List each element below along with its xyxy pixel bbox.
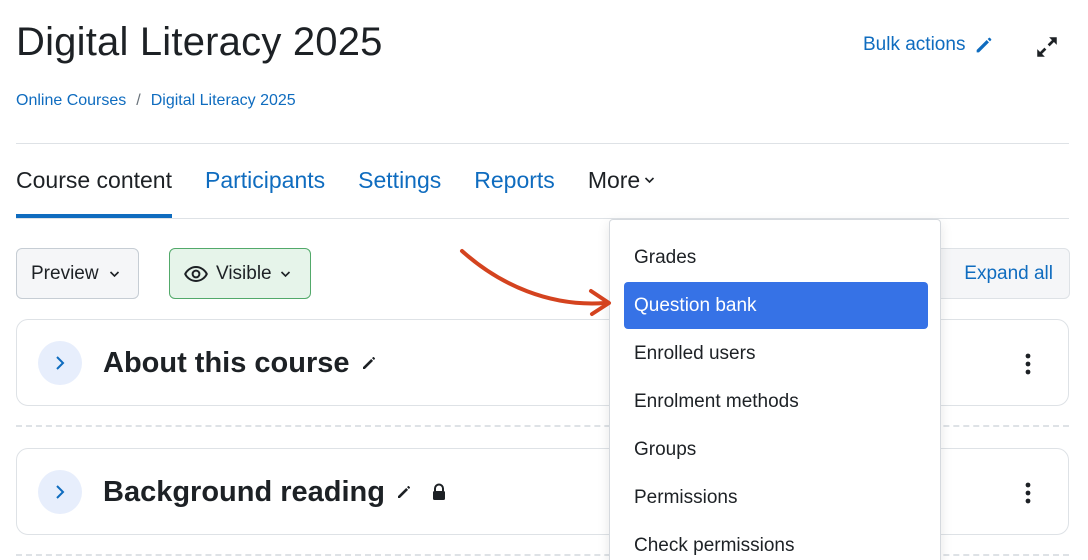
tab-more[interactable]: More <box>588 162 655 218</box>
bulk-actions-button[interactable]: Bulk actions <box>863 34 995 56</box>
course-tabs: Course content Participants Settings Rep… <box>16 162 688 218</box>
breadcrumb-digital-literacy[interactable]: Digital Literacy 2025 <box>151 92 296 110</box>
section-title-row: About this course <box>103 345 378 381</box>
menu-item-enrolment-methods[interactable]: Enrolment methods <box>624 378 928 425</box>
pencil-icon[interactable] <box>395 483 413 501</box>
preview-label: Preview <box>31 262 99 284</box>
header-divider <box>16 143 1069 144</box>
lock-icon <box>433 483 445 500</box>
kebab-menu-icon[interactable] <box>1024 481 1032 505</box>
tab-participants[interactable]: Participants <box>205 162 325 218</box>
kebab-menu-icon[interactable] <box>1024 352 1032 376</box>
expand-all-button[interactable]: Expand all <box>920 248 1070 299</box>
chevron-down-icon <box>109 270 119 277</box>
breadcrumb-online-courses[interactable]: Online Courses <box>16 92 126 110</box>
chevron-down-icon <box>280 270 290 277</box>
section-title[interactable]: About this course <box>103 345 350 381</box>
tab-settings[interactable]: Settings <box>358 162 441 218</box>
eye-icon <box>184 265 208 282</box>
menu-item-question-bank[interactable]: Question bank <box>624 282 928 329</box>
section-title-row: Background reading <box>103 474 447 510</box>
page-title: Digital Literacy 2025 <box>16 20 383 64</box>
pencil-icon <box>977 37 992 53</box>
section-title[interactable]: Background reading <box>103 474 385 510</box>
chevron-right-icon <box>56 485 65 499</box>
menu-item-grades[interactable]: Grades <box>624 234 928 281</box>
tab-reports[interactable]: Reports <box>474 162 555 218</box>
tab-more-label: More <box>587 167 641 193</box>
breadcrumb: Online Courses / Digital Literacy 2025 <box>16 92 296 110</box>
chevron-right-icon <box>56 356 65 370</box>
expand-all-label: Expand all <box>964 262 1053 284</box>
pencil-icon[interactable] <box>360 354 378 372</box>
menu-item-enrolled-users[interactable]: Enrolled users <box>624 330 928 377</box>
more-menu-dropdown: Grades Question bank Enrolled users Enro… <box>609 219 941 560</box>
menu-item-check-permissions[interactable]: Check permissions <box>624 522 928 560</box>
expand-icon[interactable] <box>1034 34 1060 60</box>
section-toggle[interactable] <box>38 470 82 514</box>
menu-item-permissions[interactable]: Permissions <box>624 474 928 521</box>
preview-button[interactable]: Preview <box>16 248 139 299</box>
breadcrumb-separator: / <box>136 92 141 109</box>
visibility-button[interactable]: Visible <box>169 248 311 299</box>
tab-course-content[interactable]: Course content <box>16 162 172 218</box>
chevron-down-icon <box>645 177 655 184</box>
visible-label: Visible <box>216 262 272 284</box>
menu-item-groups[interactable]: Groups <box>624 426 928 473</box>
annotation-arrow <box>460 249 611 316</box>
section-toggle[interactable] <box>38 341 82 385</box>
bulk-actions-label: Bulk actions <box>863 34 966 55</box>
